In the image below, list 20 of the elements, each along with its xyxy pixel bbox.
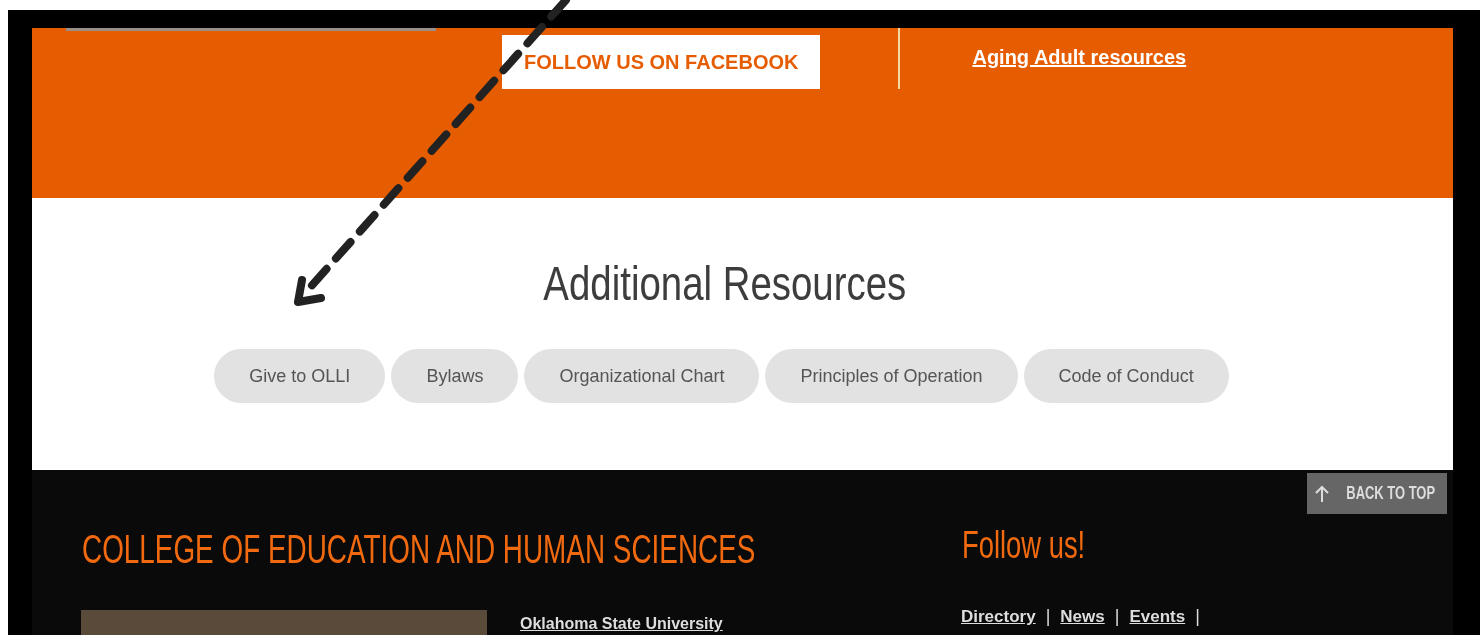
link-separator: | [1114, 605, 1120, 628]
link-separator: | [1045, 605, 1051, 628]
up-arrow-icon [1315, 484, 1330, 503]
college-heading: COLLEGE OF EDUCATION AND HUMAN SCIENCES [82, 526, 756, 572]
facebook-button[interactable]: FOLLOW US ON FACEBOOK [502, 35, 821, 89]
section-heading: Additional Resources [543, 256, 906, 312]
link-separator: | [1195, 605, 1200, 628]
footer-link[interactable]: News [1060, 603, 1105, 630]
resource-link[interactable]: Aging Adult resources [972, 42, 1187, 72]
resource-button[interactable]: Bylaws [391, 349, 519, 403]
resource-button[interactable]: Code of Conduct [1023, 349, 1229, 403]
footer-link[interactable]: Directory [961, 603, 1036, 630]
footer-link[interactable]: Events [1129, 603, 1186, 630]
address-link[interactable]: Oklahoma State University [520, 612, 723, 635]
back-to-top-button[interactable]: BACK TO TOP [1307, 473, 1447, 514]
resource-button[interactable]: Organizational Chart [524, 349, 760, 403]
resource-button[interactable]: Give to OLLI [214, 349, 386, 403]
follow-heading: Follow us! [962, 524, 1086, 566]
divider-line [898, 28, 901, 89]
resource-button[interactable]: Principles of Operation [765, 349, 1018, 403]
